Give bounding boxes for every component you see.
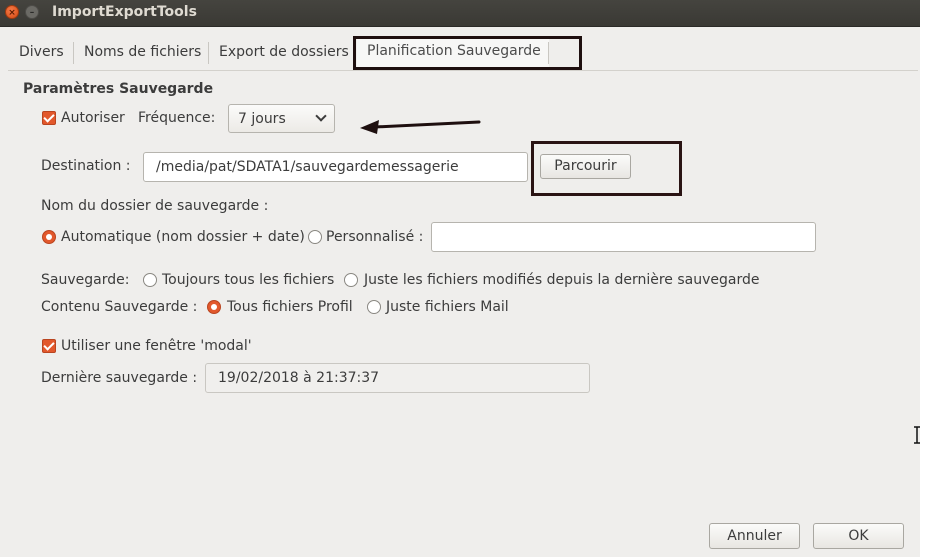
tab-divers[interactable]: Divers [9, 36, 74, 69]
folder-name-label: Nom du dossier de sauvegarde : [41, 198, 269, 214]
content-profile-label: Tous fichiers Profil [227, 299, 353, 315]
folder-auto-label: Automatique (nom dossier + date) [61, 229, 305, 245]
backup-mode-label: Sauvegarde: [41, 272, 130, 288]
modal-label: Utiliser une fenêtre 'modal' [61, 338, 252, 354]
enable-label: Autoriser [61, 110, 125, 126]
annotation-arrow-icon [360, 120, 481, 134]
last-backup-value: 19/02/2018 à 21:37:37 [218, 370, 380, 386]
ok-button[interactable]: OK [813, 523, 904, 549]
folder-custom-input[interactable] [431, 222, 816, 252]
backup-all-radio[interactable] [143, 273, 157, 287]
destination-input[interactable]: /media/pat/SDATA1/sauvegardemessagerie [143, 152, 528, 182]
section-title: Paramètres Sauvegarde [23, 81, 214, 97]
tab-underline [8, 70, 918, 71]
folder-custom-radio[interactable] [308, 230, 322, 244]
folder-custom-label: Personnalisé : [326, 229, 424, 245]
title-bar: × – ImportExportTools [0, 0, 920, 27]
annotation-box-tab [353, 36, 582, 70]
destination-value: /media/pat/SDATA1/sauvegardemessagerie [156, 159, 459, 175]
backup-modified-radio[interactable] [344, 273, 358, 287]
frequency-value: 7 jours [238, 111, 286, 127]
frequency-select[interactable]: 7 jours [228, 104, 335, 133]
enable-checkbox[interactable] [42, 111, 56, 125]
tab-export-de-dossiers[interactable]: Export de dossiers [209, 36, 359, 69]
destination-label: Destination : [41, 158, 131, 174]
frequency-label: Fréquence: [138, 110, 216, 126]
resize-cursor-icon [914, 426, 920, 444]
close-icon: × [8, 8, 16, 18]
content-mail-radio[interactable] [367, 300, 381, 314]
backup-modified-label: Juste les fichiers modifiés depuis la de… [364, 272, 760, 288]
backup-all-label: Toujours tous les fichiers [162, 272, 335, 288]
folder-auto-radio[interactable] [42, 230, 56, 244]
content-mail-label: Juste fichiers Mail [386, 299, 509, 315]
annotation-box-browse [531, 141, 682, 196]
minimize-window-button[interactable]: – [25, 5, 39, 19]
modal-checkbox[interactable] [42, 339, 56, 353]
last-backup-field: 19/02/2018 à 21:37:37 [205, 363, 590, 393]
window-title: ImportExportTools [52, 4, 197, 20]
minimize-icon: – [29, 8, 35, 18]
backup-content-label: Contenu Sauvegarde : [41, 299, 198, 315]
last-backup-label: Dernière sauvegarde : [41, 370, 198, 386]
tab-noms-de-fichiers[interactable]: Noms de fichiers [74, 36, 211, 69]
chevron-down-icon [315, 110, 327, 122]
cancel-button[interactable]: Annuler [709, 523, 800, 549]
close-window-button[interactable]: × [5, 5, 19, 19]
window-edge [920, 0, 926, 557]
content-profile-radio[interactable] [207, 300, 221, 314]
